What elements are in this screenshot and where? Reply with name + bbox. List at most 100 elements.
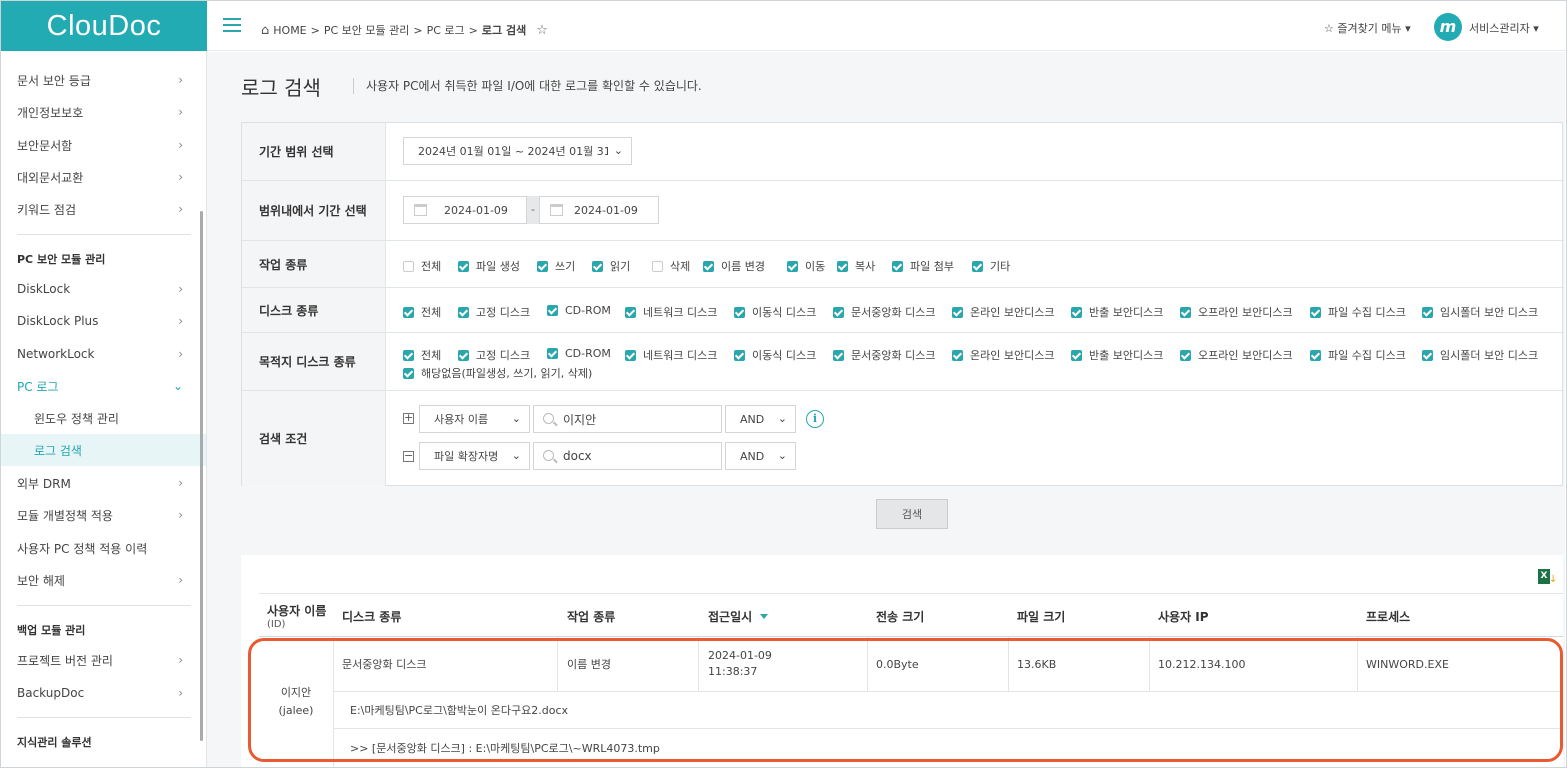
checkbox-disk-4[interactable]: 이동식 디스크: [734, 304, 816, 320]
condition-op-select[interactable]: AND ⌄: [725, 442, 796, 470]
star-icon[interactable]: ☆: [536, 23, 548, 38]
date-to-input[interactable]: 2024-01-09: [539, 196, 659, 224]
checkbox-checked: [625, 306, 636, 318]
sidebar-subitem-log-search[interactable]: 로그 검색: [1, 434, 206, 466]
condition-field-select[interactable]: 파일 확장자명 ⌄: [419, 442, 530, 470]
sidebar-item-privacy[interactable]: 개인정보보호 ›: [1, 96, 199, 128]
breadcrumb-home[interactable]: HOME: [273, 24, 306, 37]
sidebar-item-doc-security-level[interactable]: 문서 보안 등급 ›: [1, 64, 199, 96]
cell-divider: [1357, 637, 1358, 691]
breadcrumb: ⌂ HOME > PC 보안 모듈 관리 > PC 로그 > 로그 검색 ☆: [261, 22, 548, 38]
checkbox-op-5[interactable]: 이름 변경: [703, 258, 765, 274]
col-process[interactable]: 프로세스: [1366, 594, 1410, 638]
checkbox-dest-3[interactable]: 네트워크 디스크: [625, 347, 717, 363]
sidebar-item-backupdoc[interactable]: BackupDoc ›: [1, 677, 199, 709]
sidebar-item-pc-log[interactable]: PC 로그 ⌄: [1, 370, 199, 402]
add-condition-icon[interactable]: +: [403, 412, 414, 424]
checkbox-disk-7[interactable]: 반출 보안디스크: [1071, 304, 1163, 320]
checkbox-checked: [1180, 349, 1191, 361]
checkbox-disk-2[interactable]: CD-ROM: [547, 304, 611, 317]
col-op[interactable]: 작업 종류: [567, 594, 615, 638]
sidebar-item-disklock[interactable]: DiskLock ›: [1, 273, 199, 305]
user-menu[interactable]: 서비스관리자 ▾: [1469, 20, 1539, 36]
sidebar-item-secure-docs[interactable]: 보안문서함 ›: [1, 129, 199, 161]
checkbox-disk-5[interactable]: 문서중앙화 디스크: [833, 304, 935, 320]
period-select[interactable]: 2024년 01월 01일 ~ 2024년 01월 31일 ⌄: [403, 137, 632, 165]
checkbox-dest-5[interactable]: 문서중앙화 디스크: [833, 347, 935, 363]
checkbox-disk-0[interactable]: 전체: [403, 304, 441, 320]
search-button[interactable]: 검색: [876, 499, 948, 529]
col-ip[interactable]: 사용자 IP: [1158, 594, 1209, 638]
condition-value-input[interactable]: 이지안: [533, 405, 722, 433]
cell-process: WINWORD.EXE: [1366, 657, 1449, 671]
checkbox-dest-6[interactable]: 온라인 보안디스크: [952, 347, 1054, 363]
checkbox-label: 해당없음(파일생성, 쓰기, 읽기, 삭제): [421, 367, 593, 380]
checkbox-disk-3[interactable]: 네트워크 디스크: [625, 304, 717, 320]
sidebar-item-project-version[interactable]: 프로젝트 버전 관리 ›: [1, 644, 199, 676]
sidebar-item-policy-history[interactable]: 사용자 PC 정책 적용 이력: [1, 532, 199, 564]
checkbox-op-1[interactable]: 파일 생성: [458, 258, 520, 274]
col-disk[interactable]: 디스크 종류: [342, 594, 401, 638]
hamburger-menu-icon[interactable]: [223, 18, 241, 32]
sidebar-item-external-drm[interactable]: 외부 DRM ›: [1, 467, 199, 499]
sidebar-scrollbar[interactable]: [200, 211, 203, 741]
excel-download-icon[interactable]: X ↓: [1538, 569, 1557, 586]
calendar-icon[interactable]: [414, 204, 427, 216]
breadcrumb-pc-log[interactable]: PC 로그: [427, 22, 465, 38]
checkbox-op-9[interactable]: 기타: [972, 258, 1010, 274]
calendar-icon[interactable]: [550, 204, 563, 216]
col-transfer[interactable]: 전송 크기: [876, 594, 924, 638]
checkbox-op-2[interactable]: 쓰기: [537, 258, 575, 274]
checkbox-op-0[interactable]: 전체: [403, 258, 441, 274]
checkbox-dest-7[interactable]: 반출 보안디스크: [1071, 347, 1163, 363]
checkbox-disk-10[interactable]: 임시폴더 보안 디스크: [1422, 304, 1538, 320]
checkbox-op-8[interactable]: 파일 첨부: [892, 258, 954, 274]
col-time[interactable]: 접근일시: [708, 594, 769, 638]
sidebar-item-external-exchange[interactable]: 대외문서교환 ›: [1, 161, 199, 193]
sidebar-subitem-window-policy[interactable]: 윈도우 정책 관리: [1, 402, 199, 434]
breadcrumb-pc-module[interactable]: PC 보안 모듈 관리: [324, 22, 410, 38]
checkbox-dest-1[interactable]: 고정 디스크: [458, 347, 530, 363]
checkbox-op-3[interactable]: 읽기: [592, 258, 630, 274]
checkbox-dest-8[interactable]: 오프라인 보안디스크: [1180, 347, 1293, 363]
checkbox-checked: [1422, 306, 1433, 318]
favorites-menu[interactable]: ☆ 즐겨찾기 메뉴 ▾: [1324, 20, 1411, 36]
checkbox-disk-9[interactable]: 파일 수집 디스크: [1310, 304, 1406, 320]
sidebar-item-security-release[interactable]: 보안 해제 ›: [1, 564, 199, 596]
checkbox-op-6[interactable]: 이동: [787, 258, 825, 274]
checkbox-disk-1[interactable]: 고정 디스크: [458, 304, 530, 320]
checkbox-disk-6[interactable]: 온라인 보안디스크: [952, 304, 1054, 320]
info-icon[interactable]: i: [806, 410, 824, 428]
sidebar-item-keyword-check[interactable]: 키워드 점검 ›: [1, 193, 199, 225]
checkbox-op-4[interactable]: 삭제: [652, 258, 690, 274]
sidebar-item-label: PC 로그: [17, 379, 59, 394]
condition-op-select[interactable]: AND ⌄: [725, 405, 796, 433]
checkbox-dest-10[interactable]: 임시폴더 보안 디스크: [1422, 347, 1538, 363]
logo-bar[interactable]: ClouDoc: [1, 1, 207, 51]
condition-field-select[interactable]: 사용자 이름 ⌄: [419, 405, 530, 433]
checkbox-dest-4[interactable]: 이동식 디스크: [734, 347, 816, 363]
sidebar-item-disklock-plus[interactable]: DiskLock Plus ›: [1, 305, 199, 337]
sidebar-section-pc: PC 보안 모듈 관리: [17, 253, 106, 266]
col-size[interactable]: 파일 크기: [1017, 594, 1065, 638]
sort-desc-icon[interactable]: [760, 613, 769, 619]
checkbox-disk-8[interactable]: 오프라인 보안디스크: [1180, 304, 1293, 320]
sidebar-item-module-policy[interactable]: 모듈 개별정책 적용 ›: [1, 499, 199, 531]
avatar[interactable]: m: [1434, 13, 1462, 41]
checkbox-dest-0[interactable]: 전체: [403, 347, 441, 363]
checkbox-op-7[interactable]: 복사: [837, 258, 875, 274]
home-icon[interactable]: ⌂: [261, 23, 269, 38]
remove-condition-icon[interactable]: −: [403, 450, 414, 462]
checkbox-checked: [734, 349, 745, 361]
date-from-input[interactable]: 2024-01-09: [403, 196, 527, 224]
search-form: 기간 범위 선택 2024년 01월 01일 ~ 2024년 01월 31일 ⌄…: [241, 122, 1564, 486]
checkbox-label: 오프라인 보안디스크: [1198, 349, 1293, 362]
logo[interactable]: ClouDoc: [47, 10, 162, 43]
table-row[interactable]: 이지안 (jalee) 문서중앙화 디스크 이름 변경 2024-01-09 1…: [259, 637, 1563, 767]
checkbox-dest-none[interactable]: 해당없음(파일생성, 쓰기, 읽기, 삭제): [403, 365, 592, 381]
sidebar-item-networklock[interactable]: NetworkLock ›: [1, 338, 199, 370]
checkbox-checked: [403, 367, 414, 379]
checkbox-dest-9[interactable]: 파일 수집 디스크: [1310, 347, 1406, 363]
condition-value-input[interactable]: docx: [533, 442, 722, 470]
checkbox-dest-2[interactable]: CD-ROM: [547, 347, 611, 360]
